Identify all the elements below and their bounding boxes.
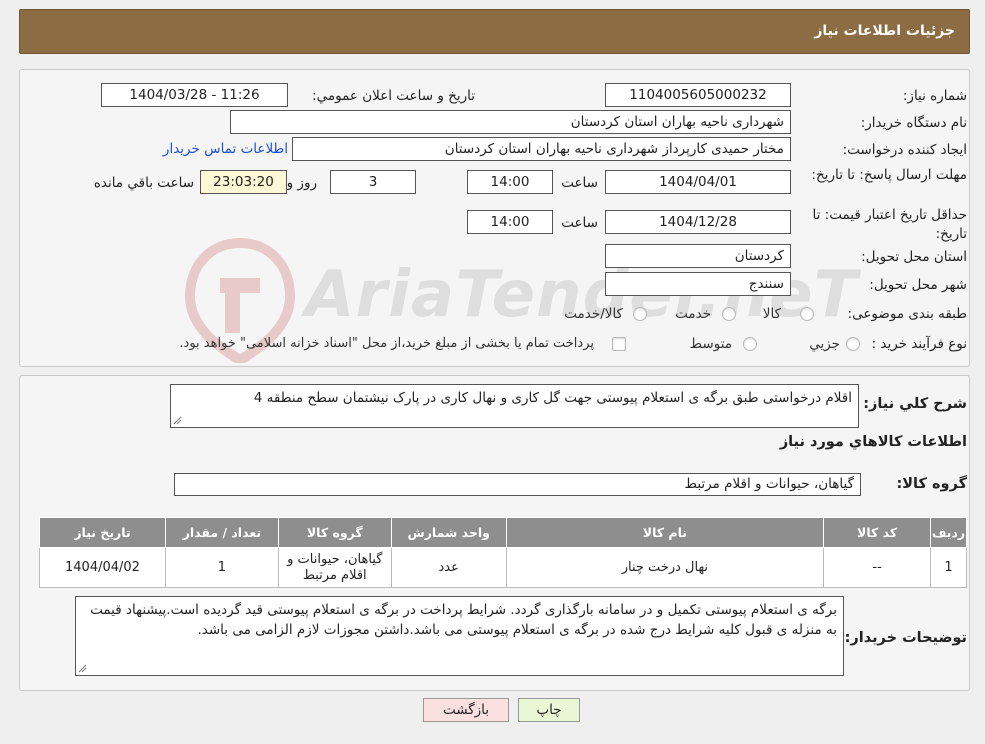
deadline-time-field: 14:00 [467, 170, 553, 194]
deadline-time-label: ساعت [561, 175, 598, 191]
need-number-label: شماره نياز: [902, 88, 967, 104]
summary-text: اقلام درخواستی طبق برگه ی استعلام پیوستی… [253, 390, 852, 406]
process-minor-radio[interactable] [846, 337, 860, 351]
province-field: کردستان [605, 244, 791, 268]
days-field: 3 [330, 170, 416, 194]
goods-section-title: اطلاعات کالاهاي مورد نياز [779, 434, 967, 450]
print-button[interactable]: چاپ [518, 698, 580, 722]
category-goods-radio[interactable] [800, 307, 814, 321]
col-quantity-header: تعداد / مقدار [164, 517, 279, 548]
validity-date-field: 1404/12/28 [605, 210, 791, 234]
col-date-header: تاريخ نياز [39, 517, 166, 548]
resize-grip-icon[interactable] [78, 664, 87, 673]
cell-row: 1 [930, 547, 967, 588]
table-row: 1 -- نهال درخت چنار عدد گیاهان، حیوانات … [39, 547, 967, 588]
buyer-label: نام دستگاه خريدار: [860, 115, 967, 131]
category-service-label: خدمت [675, 306, 711, 322]
col-group-header: گروه کالا [277, 517, 392, 548]
buyer-field: شهرداری ناحیه بهاران استان کردستان [230, 110, 791, 134]
page-header: جزئيات اطلاعات نياز [19, 9, 970, 54]
cell-group: گیاهان، حیوانات و اقلام مرتبط [277, 547, 392, 588]
buyer-contact-link[interactable]: اطلاعات تماس خريدار [163, 141, 288, 157]
validity-time-label: ساعت [561, 215, 598, 231]
validity-label: حداقل تاريخ اعتبار قيمت: تا تاريخ: [812, 207, 967, 242]
treasury-checkbox[interactable] [612, 337, 626, 351]
cell-name: نهال درخت چنار [505, 547, 825, 588]
cell-code: -- [823, 547, 932, 588]
remaining-label: ساعت باقي مانده [93, 175, 194, 191]
creator-label: ايجاد کننده درخواست: [842, 142, 967, 158]
creator-field: مختار حمیدی کارپرداز شهرداری ناحیه بهارا… [292, 137, 791, 161]
province-label: استان محل تحويل: [861, 249, 967, 265]
city-field: سنندج [605, 272, 791, 296]
col-code-header: کد کالا [823, 517, 932, 548]
category-service-radio[interactable] [722, 307, 736, 321]
summary-field: اقلام درخواستی طبق برگه ی استعلام پیوستی… [170, 384, 859, 428]
page-title: جزئيات اطلاعات نياز [814, 23, 955, 39]
back-button[interactable]: بازگشت [423, 698, 509, 722]
category-goods-label: کالا [762, 306, 781, 322]
city-label: شهر محل تحويل: [869, 277, 967, 293]
process-label: نوع فرآيند خريد : [871, 336, 967, 352]
resize-grip-icon[interactable] [173, 416, 182, 425]
announce-label: تاريخ و ساعت اعلان عمومي: [312, 88, 475, 104]
cell-quantity: 1 [164, 547, 279, 588]
deadline-label: مهلت ارسال پاسخ: تا تاريخ: [811, 167, 967, 183]
process-note: پرداخت تمام يا بخشی از مبلغ خريد،از محل … [179, 336, 594, 351]
summary-label: شرح کلي نياز: [863, 396, 967, 412]
process-medium-label: متوسط [689, 336, 732, 352]
col-row-header: رديف [930, 517, 967, 548]
need-number-field: 1104005605000232 [605, 83, 791, 107]
category-goods-service-radio[interactable] [633, 307, 647, 321]
process-minor-label: جزيي [809, 336, 840, 352]
announce-datetime-field: 1404/03/28 - 11:26 [101, 83, 288, 107]
deadline-date-field: 1404/04/01 [605, 170, 791, 194]
col-unit-header: واحد شمارش [390, 517, 507, 548]
col-name-header: نام کالا [505, 517, 825, 548]
buyer-notes-text: برگه ی استعلام پیوستی تکمیل و در سامانه … [90, 602, 837, 638]
table-header-row: رديف کد کالا نام کالا واحد شمارش گروه کا… [39, 517, 967, 548]
cell-date: 1404/04/02 [39, 547, 166, 588]
goods-group-field: گیاهان، حیوانات و اقلام مرتبط [174, 473, 861, 496]
buyer-notes-label: توضيحات خريدار: [844, 630, 967, 646]
items-table: رديف کد کالا نام کالا واحد شمارش گروه کا… [39, 517, 967, 588]
goods-group-label: گروه کالا: [896, 476, 967, 492]
category-label: طبقه بندی موضوعی: [847, 306, 967, 322]
cell-unit: عدد [390, 547, 507, 588]
days-label: روز و [286, 175, 317, 191]
remaining-time-field: 23:03:20 [200, 170, 287, 194]
validity-time-field: 14:00 [467, 210, 553, 234]
category-goods-service-label: کالا/خدمت [564, 306, 623, 322]
buyer-notes-field: برگه ی استعلام پیوستی تکمیل و در سامانه … [75, 596, 844, 676]
process-medium-radio[interactable] [743, 337, 757, 351]
